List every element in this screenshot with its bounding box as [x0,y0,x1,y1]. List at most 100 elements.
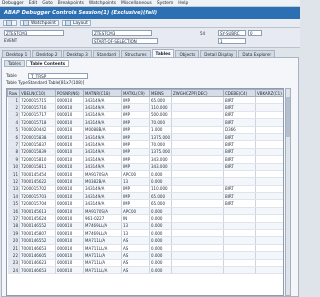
table-cell[interactable] [223,170,256,179]
table-cell[interactable]: 0.000 [149,236,172,245]
table-cell[interactable]: AS [121,266,150,275]
table-cell[interactable]: 7000145807 [19,229,56,238]
table-cell[interactable] [255,222,283,231]
table-cell[interactable]: 7000146653 [19,244,56,253]
table-cell[interactable]: 7200015702 [19,185,56,194]
table-cell[interactable]: MA9170S/A [83,207,122,216]
table-cell[interactable]: 000010 [55,133,84,142]
table-cell[interactable]: 13 [121,222,150,231]
table-cell[interactable]: 343.000 [149,163,172,171]
table-cell[interactable] [223,177,256,186]
table-cell[interactable]: 65.000 [149,192,172,201]
tab-desktop-2[interactable]: Desktop 2 [32,50,62,57]
table-cell[interactable]: 000010 [55,199,84,208]
table-cell[interactable]: BIRT [223,185,256,194]
table-cell[interactable] [171,185,224,194]
table-cell[interactable] [223,214,256,223]
table-cell[interactable] [255,170,283,179]
table-cell[interactable] [255,185,283,194]
table-cell[interactable] [171,133,224,142]
table-cell[interactable]: IMP [121,199,150,208]
column-header[interactable]: MEINS [149,89,172,97]
table-cell[interactable]: AS [121,259,150,268]
scroll-thumb[interactable] [286,97,290,137]
table-cell[interactable]: 343149/A [83,140,122,149]
table-cell[interactable] [171,163,224,171]
table-cell[interactable]: IMP [121,140,150,149]
table-cell[interactable]: 110.000 [149,185,172,194]
table-cell[interactable]: IMP [121,192,150,201]
tab-tables[interactable]: Tables [151,49,175,57]
table-cell[interactable]: IMP [121,96,150,105]
table-cell[interactable]: 7000146605 [19,251,56,260]
table-cell[interactable]: 343149/A [83,133,122,142]
table-cell[interactable]: 343149/A [83,199,122,208]
layout-button[interactable]: Layout [61,20,91,26]
table-cell[interactable]: IMP [121,118,150,127]
column-header[interactable]: MATKL(C9) [121,89,150,97]
table-cell[interactable]: 000010 [55,185,84,194]
table-cell[interactable]: 000010 [55,148,84,157]
table-cell[interactable] [171,192,224,201]
menu-item-help[interactable]: Help [178,1,188,6]
table-cell[interactable] [255,244,283,253]
table-row[interactable]: 1 7200015715 000010 343149/A IMP 65.000 BIRT [7,96,283,105]
table-cell[interactable]: 343149/A [83,163,122,171]
table-cell[interactable] [255,155,283,164]
table-cell[interactable] [223,222,256,231]
table-cell[interactable]: 961-0227 [83,214,122,223]
table-cell[interactable]: 7200015838 [19,133,56,142]
table-cell[interactable] [171,170,224,179]
table-cell[interactable]: 000010 [55,126,84,134]
table-row[interactable]: 12 7000145622 000010 M0382B/A 13 0.000 [7,177,283,186]
table-cell[interactable]: 343.000 [149,155,172,164]
table-cell[interactable] [223,251,256,260]
table-cell[interactable]: 7200015839 [19,148,56,157]
table-cell[interactable] [171,140,224,149]
table-cell[interactable]: IMP [121,111,150,120]
table-cell[interactable]: 70.000 [149,118,172,127]
table-cell[interactable] [171,199,224,208]
tab-detail-display[interactable]: Detail Display [200,50,238,57]
table-cell[interactable]: 343149/A [83,118,122,127]
tab-desktop-3[interactable]: Desktop 3 [62,50,92,57]
table-cell[interactable]: 7000146552 [19,222,56,231]
table-row[interactable]: 13 7200015702 000010 343149/A IMP 110.000 BIRT [7,185,283,194]
subtab-table-contents[interactable]: Table Contents [26,60,70,67]
table-cell[interactable] [255,118,283,127]
column-header[interactable]: CDEBE(C4) [223,89,256,97]
program-field[interactable]: ZTESTCM3 [4,30,64,36]
table-row[interactable]: 19 7000145807 000010 M7469LL/A 13 0.000 [7,229,283,238]
table-cell[interactable]: AS [121,244,150,253]
table-cell[interactable]: M7469LL/A [83,229,122,238]
table-cell[interactable]: 7200015718 [19,118,56,127]
table-cell[interactable] [171,96,224,105]
table-cell[interactable]: 000010 [55,222,84,231]
table-cell[interactable] [223,259,256,268]
table-cell[interactable]: 500.000 [149,111,172,120]
sy-subrc-value[interactable]: 0 [248,30,262,36]
sy-tabix-field[interactable]: 1 [218,38,246,44]
table-cell[interactable]: IMP [121,126,150,134]
table-cell[interactable] [255,133,283,142]
table-cell[interactable]: 1375.000 [149,148,172,157]
back-button[interactable] [3,20,17,26]
table-cell[interactable]: M0088B/A [83,126,122,134]
table-cell[interactable]: 7200015703 [19,192,56,201]
table-cell[interactable]: IMP [121,103,150,112]
table-cell[interactable]: 000010 [55,251,84,260]
table-cell[interactable]: MA711L/A [83,259,122,268]
table-cell[interactable] [223,266,256,275]
table-cell[interactable] [255,111,283,120]
tab-objects[interactable]: Objects [175,50,200,57]
table-row[interactable]: 14 7200015703 000010 343149/A IMP 65.000 BIRT [7,192,283,201]
menu-item-goto[interactable]: Goto [42,1,53,6]
table-row[interactable]: 2 7200015716 000010 343149/A IMP 110.000 BIRT [7,103,283,112]
table-cell[interactable]: 7200015837 [19,140,56,149]
table-cell[interactable]: 7000146623 [19,259,56,268]
table-name-field[interactable]: T_TRSP [28,72,88,79]
table-cell[interactable]: 7200015810 [19,155,56,164]
table-cell[interactable] [255,199,283,208]
table-cell[interactable]: M0382B/A [83,177,122,186]
table-cell[interactable]: 70.000 [149,140,172,149]
